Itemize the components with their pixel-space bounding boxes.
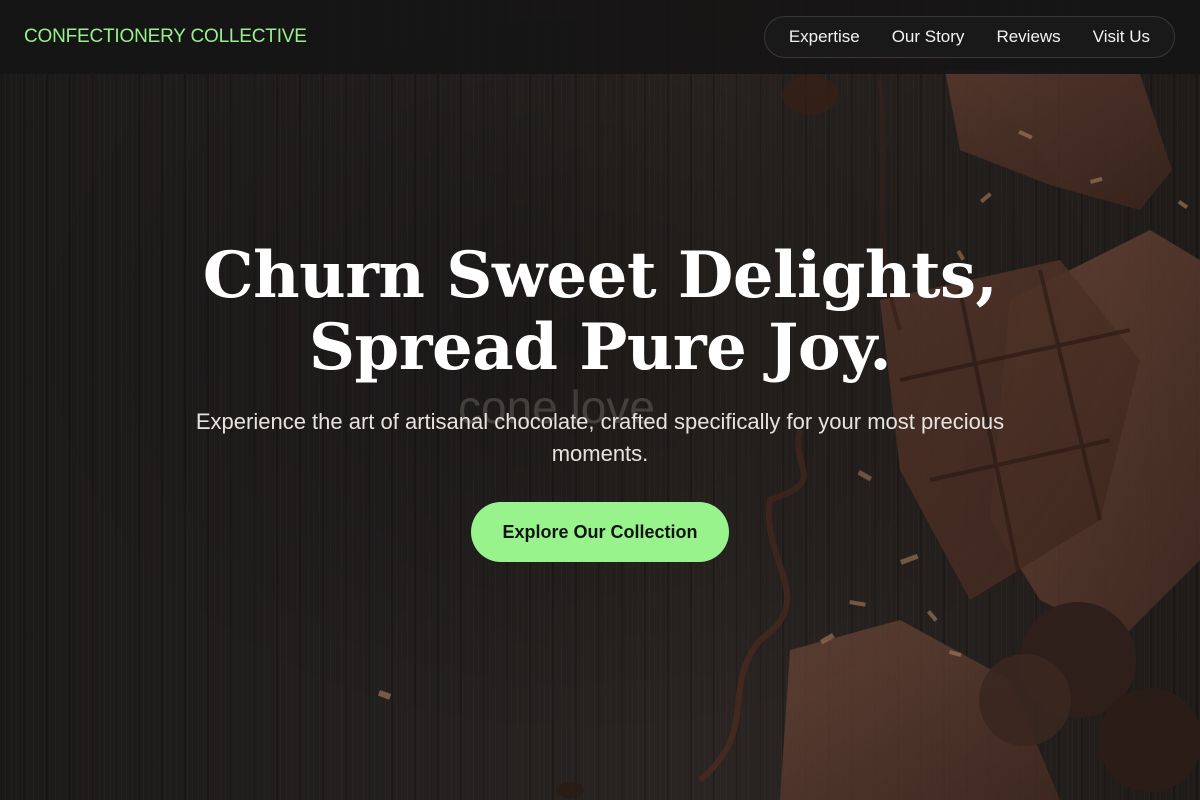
nav-link-reviews[interactable]: Reviews xyxy=(980,17,1076,57)
hero-headline: Churn Sweet Delights, Spread Pure Joy. xyxy=(0,240,1200,384)
brand-logo[interactable]: CONFECTIONERY COLLECTIVE xyxy=(24,26,307,48)
explore-collection-button[interactable]: Explore Our Collection xyxy=(471,502,729,562)
hero-headline-line-1: Churn Sweet Delights, xyxy=(202,238,998,313)
hero-headline-line-2: Spread Pure Joy. xyxy=(308,310,892,385)
nav-link-expertise[interactable]: Expertise xyxy=(773,17,876,57)
nav-link-visit-us[interactable]: Visit Us xyxy=(1077,17,1166,57)
site-header: CONFECTIONERY COLLECTIVE Expertise Our S… xyxy=(0,0,1200,74)
hero-subtitle: Experience the art of artisanal chocolat… xyxy=(195,409,1005,466)
nav-link-our-story[interactable]: Our Story xyxy=(876,17,981,57)
main-nav: Expertise Our Story Reviews Visit Us xyxy=(763,16,1175,58)
